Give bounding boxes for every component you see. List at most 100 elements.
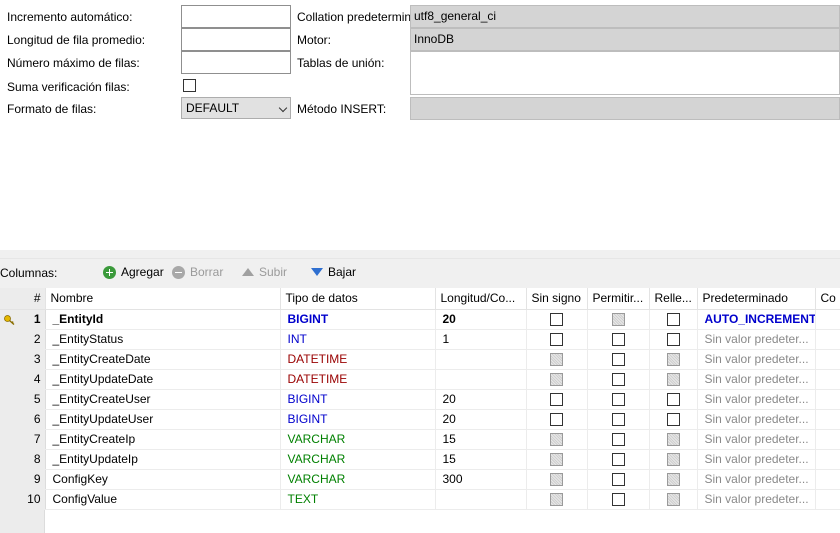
zerofill-checkbox[interactable]: [666, 313, 680, 327]
header-allow-null[interactable]: Permitir...: [587, 288, 650, 310]
length-cell[interactable]: 1: [435, 329, 527, 350]
allow-null-checkbox[interactable]: [611, 353, 625, 367]
length-cell[interactable]: 20: [435, 309, 527, 330]
datatype-cell[interactable]: BIGINT: [280, 309, 436, 330]
length-cell[interactable]: [435, 489, 527, 510]
unsigned-checkbox[interactable]: [550, 413, 563, 427]
default-cell[interactable]: Sin valor predeter...: [697, 469, 816, 490]
auto-increment-input[interactable]: [181, 5, 291, 28]
zerofill-checkbox[interactable]: [666, 413, 680, 427]
table-row[interactable]: 2 _EntityStatus INT 1 Sin valor predeter...: [0, 329, 840, 350]
column-name-cell[interactable]: _EntityUpdateDate: [45, 369, 281, 390]
datatype-cell[interactable]: BIGINT: [280, 409, 436, 430]
allow-null-checkbox[interactable]: [611, 393, 625, 407]
column-name-cell[interactable]: _EntityCreateIp: [45, 429, 281, 450]
length-cell[interactable]: 20: [435, 389, 527, 410]
checksum-checkbox[interactable]: [183, 79, 196, 92]
default-cell[interactable]: Sin valor predeter...: [697, 409, 816, 430]
allow-null-checkbox[interactable]: [611, 493, 625, 507]
comment-cell[interactable]: [815, 309, 840, 330]
unsigned-checkbox[interactable]: [550, 393, 563, 407]
table-row[interactable]: 4 _EntityUpdateDate DATETIME Sin valor pred…: [0, 369, 840, 390]
comment-cell[interactable]: [815, 369, 840, 390]
datatype-cell[interactable]: DATETIME: [280, 349, 436, 370]
table-row[interactable]: 7 _EntityCreateIp VARCHAR 15 Sin valor prede…: [0, 429, 840, 450]
header-name[interactable]: Nombre: [45, 288, 281, 310]
default-cell[interactable]: Sin valor predeter...: [697, 329, 816, 350]
column-name-cell[interactable]: _EntityCreateDate: [45, 349, 281, 370]
row-format-select[interactable]: DEFAULT: [181, 97, 291, 119]
length-cell[interactable]: 15: [435, 449, 527, 470]
column-name-cell[interactable]: _EntityUpdateIp: [45, 449, 281, 470]
default-cell[interactable]: AUTO_INCREMENT: [697, 309, 816, 330]
default-cell[interactable]: Sin valor predeter...: [697, 489, 816, 510]
insert-method-select[interactable]: [410, 97, 840, 120]
delete-column-button[interactable]: Borrar: [172, 265, 223, 279]
header-comment[interactable]: Co: [815, 288, 840, 310]
allow-null-checkbox[interactable]: [611, 433, 625, 447]
collation-select[interactable]: utf8_general_ci: [410, 5, 840, 28]
header-datatype[interactable]: Tipo de datos: [280, 288, 436, 310]
datatype-cell[interactable]: VARCHAR: [280, 429, 436, 450]
length-cell[interactable]: 15: [435, 429, 527, 450]
comment-cell[interactable]: [815, 329, 840, 350]
datatype-cell[interactable]: DATETIME: [280, 369, 436, 390]
header-length[interactable]: Longitud/Co...: [435, 288, 527, 310]
datatype-cell[interactable]: VARCHAR: [280, 449, 436, 470]
length-cell[interactable]: [435, 369, 527, 390]
table-row[interactable]: 1 _EntityId BIGINT 20 AUTO_INCREMENT: [0, 309, 840, 330]
add-column-button[interactable]: Agregar: [103, 265, 164, 279]
allow-null-checkbox[interactable]: [611, 333, 625, 347]
column-name-cell[interactable]: _EntityUpdateUser: [45, 409, 281, 430]
move-down-button[interactable]: Bajar: [311, 265, 356, 279]
datatype-cell[interactable]: INT: [280, 329, 436, 350]
column-name-cell[interactable]: _EntityId: [45, 309, 281, 330]
comment-cell[interactable]: [815, 469, 840, 490]
header-unsigned[interactable]: Sin signo: [526, 288, 588, 310]
allow-null-checkbox[interactable]: [611, 473, 625, 487]
datatype-cell[interactable]: BIGINT: [280, 389, 436, 410]
datatype-cell[interactable]: TEXT: [280, 489, 436, 510]
zerofill-checkbox-cell: [649, 409, 698, 430]
length-cell[interactable]: 20: [435, 409, 527, 430]
comment-cell[interactable]: [815, 389, 840, 410]
datatype-cell[interactable]: VARCHAR: [280, 469, 436, 490]
move-up-button[interactable]: Subir: [242, 265, 287, 279]
comment-cell[interactable]: [815, 429, 840, 450]
comment-cell[interactable]: [815, 349, 840, 370]
table-row[interactable]: 9 ConfigKey VARCHAR 300 Sin valor predeter..…: [0, 469, 840, 490]
default-cell[interactable]: Sin valor predeter...: [697, 349, 816, 370]
header-zerofill[interactable]: Relle...: [649, 288, 698, 310]
allow-null-checkbox[interactable]: [611, 373, 625, 387]
avg-row-length-input[interactable]: [181, 28, 291, 51]
column-name-cell[interactable]: _EntityCreateUser: [45, 389, 281, 410]
unsigned-checkbox[interactable]: [550, 333, 563, 347]
length-cell[interactable]: [435, 349, 527, 370]
length-cell[interactable]: 300: [435, 469, 527, 490]
column-name-cell[interactable]: ConfigValue: [45, 489, 281, 510]
table-row[interactable]: 8 _EntityUpdateIp VARCHAR 15 Sin valor prede…: [0, 449, 840, 470]
union-tables-input[interactable]: [410, 51, 840, 95]
header-num[interactable]: #: [0, 288, 46, 310]
comment-cell[interactable]: [815, 449, 840, 470]
column-name-cell[interactable]: _EntityStatus: [45, 329, 281, 350]
allow-null-checkbox[interactable]: [611, 453, 625, 467]
table-row[interactable]: 6 _EntityUpdateUser BIGINT 20 Sin valor pred…: [0, 409, 840, 430]
table-row[interactable]: 5 _EntityCreateUser BIGINT 20 Sin valor pred…: [0, 389, 840, 410]
allow-null-checkbox[interactable]: [611, 413, 625, 427]
table-row[interactable]: 10 ConfigValue TEXT Sin valor predeter...: [0, 489, 840, 510]
default-cell[interactable]: Sin valor predeter...: [697, 429, 816, 450]
max-rows-input[interactable]: [181, 51, 291, 74]
column-name-cell[interactable]: ConfigKey: [45, 469, 281, 490]
default-cell[interactable]: Sin valor predeter...: [697, 389, 816, 410]
default-cell[interactable]: Sin valor predeter...: [697, 369, 816, 390]
table-row[interactable]: 3 _EntityCreateDate DATETIME Sin valor pred…: [0, 349, 840, 370]
comment-cell[interactable]: [815, 489, 840, 510]
zerofill-checkbox[interactable]: [666, 393, 680, 407]
unsigned-checkbox[interactable]: [550, 313, 563, 327]
comment-cell[interactable]: [815, 409, 840, 430]
default-cell[interactable]: Sin valor predeter...: [697, 449, 816, 470]
zerofill-checkbox[interactable]: [666, 333, 680, 347]
engine-select[interactable]: InnoDB: [410, 28, 840, 51]
header-default[interactable]: Predeterminado: [697, 288, 816, 310]
